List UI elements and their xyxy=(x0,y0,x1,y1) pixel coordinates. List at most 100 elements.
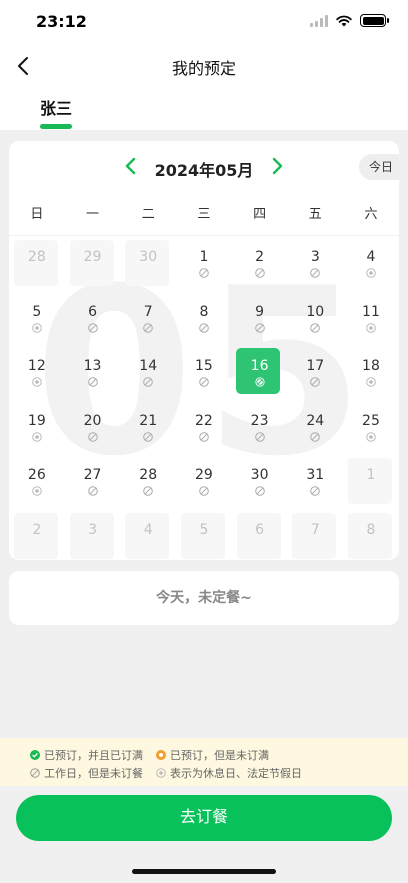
calendar-day[interactable]: 25 xyxy=(343,400,399,455)
calendar-day[interactable]: 7 xyxy=(120,291,176,346)
calendar-day[interactable]: 27 xyxy=(65,454,121,509)
day-number: 28 xyxy=(27,249,46,265)
calendar-day[interactable]: 23 xyxy=(232,400,288,455)
not-booked-icon xyxy=(254,268,265,278)
holiday-icon xyxy=(366,268,376,278)
nav-bar: 我的预定 xyxy=(0,46,408,86)
not-booked-icon xyxy=(199,322,209,333)
day-number: 5 xyxy=(32,303,42,320)
wifi-icon xyxy=(336,15,352,26)
next-month-chevron-icon[interactable] xyxy=(267,156,287,176)
page-title: 我的预定 xyxy=(171,59,236,78)
battery-icon xyxy=(360,14,389,27)
day-number: 10 xyxy=(306,303,325,320)
calendar-day[interactable]: 20 xyxy=(65,400,121,455)
day-number: 16 xyxy=(250,358,269,374)
not-booked-icon xyxy=(87,431,98,442)
day-number: 11 xyxy=(362,303,380,320)
signal-icon xyxy=(310,14,328,27)
day-number: 6 xyxy=(255,521,265,538)
day-number: 31 xyxy=(306,467,325,483)
day-number: 9 xyxy=(255,303,265,320)
day-number: 1 xyxy=(366,467,376,483)
calendar-day[interactable]: 9 xyxy=(232,291,288,346)
calendar-card: 05 2024年05月 今日 日一二三四五六 28 29 30 1 2 3 4 5 6 7 8 9 10… xyxy=(9,141,399,560)
calendar-day[interactable]: 21 xyxy=(120,400,176,455)
day-number: 25 xyxy=(362,412,380,429)
day-number: 6 xyxy=(88,303,97,320)
calendar-day[interactable]: 6 xyxy=(65,291,121,346)
booking-summary: 今天，未定餐~ xyxy=(9,571,399,625)
not-booked-icon xyxy=(87,377,98,387)
day-number: 14 xyxy=(139,358,158,374)
calendar-day-selected[interactable]: 16 xyxy=(232,345,288,400)
weekday-label: 四 xyxy=(253,207,267,222)
day-number: 23 xyxy=(250,412,269,429)
calendar-day[interactable]: 30 xyxy=(232,454,288,509)
calendar-day: 3 xyxy=(65,509,121,561)
holiday-icon xyxy=(32,486,42,496)
not-booked-icon xyxy=(143,431,154,442)
book-meal-button[interactable]: 去订餐 xyxy=(16,795,392,841)
today-button[interactable]: 今日 xyxy=(359,154,399,180)
day-number: 4 xyxy=(366,249,376,265)
day-number: 30 xyxy=(250,467,269,483)
day-number: 27 xyxy=(83,467,102,483)
day-number: 12 xyxy=(27,358,46,374)
calendar-day[interactable]: 2 xyxy=(232,236,288,291)
not-booked-icon xyxy=(199,486,209,496)
legend-label: 表示为休息日、法定节假日 xyxy=(170,767,302,780)
day-number: 15 xyxy=(194,358,213,374)
calendar-day[interactable]: 1 xyxy=(176,236,232,291)
calendar-header: 2024年05月 今日 xyxy=(9,141,399,193)
holiday-icon xyxy=(32,377,42,387)
calendar-day[interactable]: 14 xyxy=(120,345,176,400)
not-booked-icon xyxy=(310,431,321,442)
calendar-day: 2 xyxy=(9,509,65,561)
calendar-day[interactable]: 15 xyxy=(176,345,232,400)
legend: 已预订，并且已订满 已预订，但是未订满 工作日，但是未订餐 表示为休息日、法定节… xyxy=(0,738,408,786)
calendar-day[interactable]: 4 xyxy=(343,236,399,291)
weekday-label: 三 xyxy=(197,207,211,222)
calendar-day[interactable]: 8 xyxy=(176,291,232,346)
not-booked-icon xyxy=(87,486,98,496)
check-filled-icon xyxy=(30,750,40,760)
calendar-day[interactable]: 3 xyxy=(287,236,343,291)
day-number: 19 xyxy=(27,412,46,429)
calendar-day: 6 xyxy=(232,509,288,561)
calendar-day[interactable]: 11 xyxy=(343,291,399,346)
not-booked-icon xyxy=(199,377,209,387)
calendar-day[interactable]: 19 xyxy=(9,400,65,455)
day-number: 3 xyxy=(88,521,97,538)
day-number: 7 xyxy=(143,303,153,320)
weekday-row: 日一二三四五六 xyxy=(9,199,399,231)
day-number: 17 xyxy=(306,358,325,374)
calendar-day[interactable]: 31 xyxy=(287,454,343,509)
tab-user[interactable]: 张三 xyxy=(40,95,72,119)
calendar-day[interactable]: 29 xyxy=(176,454,232,509)
calendar-day: 8 xyxy=(343,509,399,561)
calendar-day[interactable]: 12 xyxy=(9,345,65,400)
calendar-day[interactable]: 28 xyxy=(120,454,176,509)
calendar-day[interactable]: 26 xyxy=(9,454,65,509)
day-number: 22 xyxy=(194,412,213,429)
status-time: 23:12 xyxy=(36,12,87,31)
tab-active-indicator xyxy=(40,124,72,129)
user-tabs: 张三 xyxy=(0,86,408,130)
calendar-day[interactable]: 5 xyxy=(9,291,65,346)
not-booked-icon xyxy=(143,377,154,387)
calendar-day[interactable]: 24 xyxy=(287,400,343,455)
calendar-day[interactable]: 10 xyxy=(287,291,343,346)
legend-label: 工作日，但是未订餐 xyxy=(44,767,143,780)
calendar-day[interactable]: 22 xyxy=(176,400,232,455)
not-booked-icon xyxy=(143,322,154,333)
calendar-day[interactable]: 18 xyxy=(343,345,399,400)
calendar-day[interactable]: 13 xyxy=(65,345,121,400)
day-number: 24 xyxy=(306,412,325,429)
legend-item-workday: 工作日，但是未订餐 xyxy=(30,765,143,781)
holiday-icon xyxy=(366,322,376,333)
calendar-day: 7 xyxy=(287,509,343,561)
calendar-day[interactable]: 17 xyxy=(287,345,343,400)
calendar-day: 5 xyxy=(176,509,232,561)
calendar-day: 29 xyxy=(65,236,121,291)
